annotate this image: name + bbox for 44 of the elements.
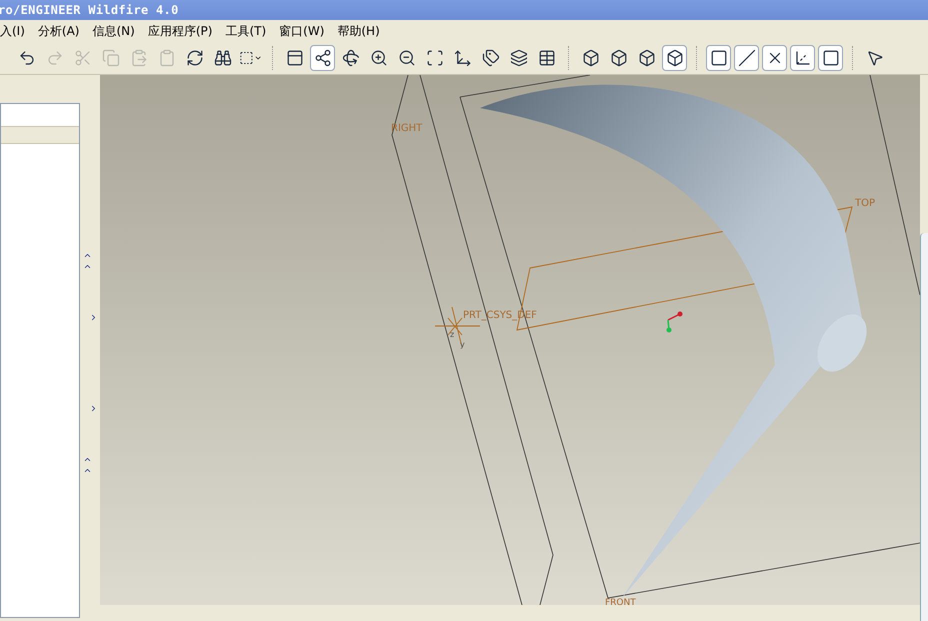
menu-item[interactable]: 入(I): [0, 22, 25, 40]
zoom-out-icon: [398, 49, 416, 67]
cut-icon: [74, 49, 92, 67]
zoom-in-icon: [370, 49, 388, 67]
toolbar-button[interactable]: [762, 45, 787, 71]
shaded-cube-icon: [666, 49, 684, 67]
datum-label: FRONT: [605, 598, 636, 605]
toolbar-button[interactable]: [790, 45, 815, 71]
menu-item[interactable]: 信息(N): [92, 22, 135, 40]
datum-plane-icon: [710, 49, 728, 67]
copy-icon: [102, 49, 120, 67]
help-pointer-icon: [866, 49, 884, 67]
rotate-icon: [342, 49, 360, 67]
menu-item[interactable]: 工具(T): [225, 22, 266, 40]
datum-label: TOP: [855, 198, 876, 209]
coordinate-system-icon: [794, 49, 812, 67]
menu-item[interactable]: 分析(A): [38, 22, 80, 40]
model-end-cap: [817, 314, 867, 372]
menu-item[interactable]: 窗口(W): [279, 22, 324, 40]
layers-icon: [510, 49, 528, 67]
window-title: ro/ENGINEER Wildfire 4.0: [0, 2, 179, 19]
undo-icon: [18, 49, 36, 67]
triad-icon: [666, 312, 682, 332]
view-label-icon: [482, 49, 500, 67]
binoculars-icon: [214, 49, 232, 67]
refit-icon: [426, 49, 444, 67]
toolbar-button[interactable]: [706, 45, 731, 71]
paste-icon: [130, 49, 148, 67]
menu-item[interactable]: 应用程序(P): [148, 22, 212, 40]
clipboard-icon: [158, 49, 176, 67]
toolbar-button[interactable]: [734, 45, 759, 71]
selection-box-icon: [239, 49, 254, 67]
regenerate-icon: [186, 49, 204, 67]
axis-label: z: [450, 330, 454, 339]
toolbar-button[interactable]: [818, 45, 843, 71]
toolbar-button[interactable]: [662, 45, 687, 71]
menu-item[interactable]: 帮助(H): [337, 22, 380, 40]
toolbar-button[interactable]: [310, 45, 335, 71]
orient-icon: [454, 49, 472, 67]
datum-axis-icon: [738, 49, 756, 67]
table-icon: [538, 49, 556, 67]
node-icon: [314, 49, 332, 67]
redo-icon: [46, 49, 64, 67]
wireframe-icon: [582, 49, 600, 67]
